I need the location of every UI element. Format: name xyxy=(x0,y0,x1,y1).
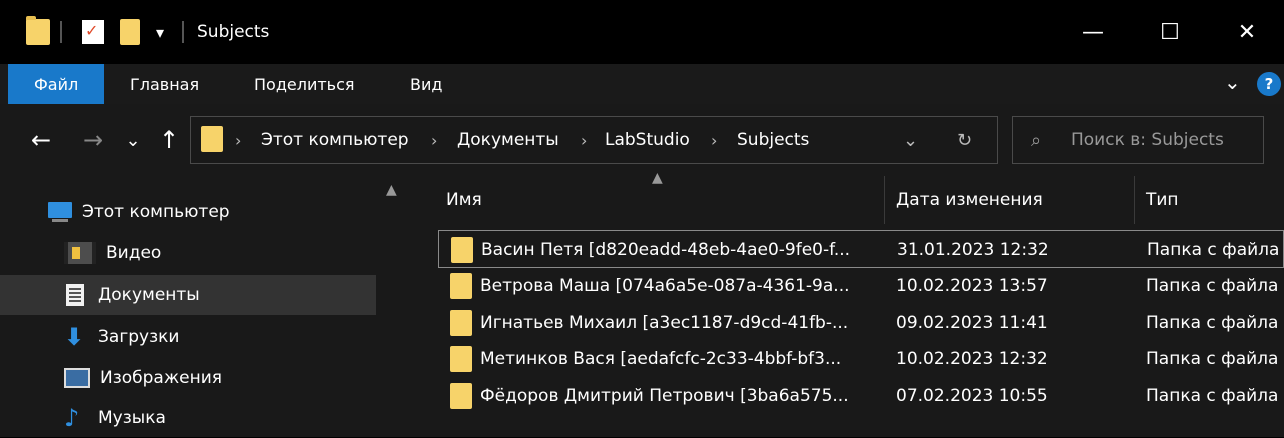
file-type: Папка с файла xyxy=(1146,349,1279,369)
minimize-button[interactable]: — xyxy=(1070,14,1116,50)
breadcrumb-subjects[interactable]: Subjects xyxy=(737,117,809,163)
file-date: 10.02.2023 13:57 xyxy=(896,276,1048,296)
column-header-name[interactable]: Имя xyxy=(446,176,482,224)
downloads-icon: ⬇ xyxy=(64,323,85,351)
up-button[interactable]: ↑ xyxy=(154,124,184,156)
column-divider[interactable] xyxy=(884,176,885,224)
breadcrumb-separator: › xyxy=(235,130,242,150)
new-folder-icon[interactable] xyxy=(120,0,140,64)
separator xyxy=(182,0,184,64)
sidebar-item-label: Музыка xyxy=(98,408,166,428)
file-type: Папка с файла xyxy=(1146,386,1279,406)
file-name: Васин Петя [d820eadd-48eb-4ae0-9fe0-f... xyxy=(481,240,851,260)
breadcrumb-separator[interactable]: › xyxy=(431,117,437,163)
chevron-down-icon[interactable]: ▾ xyxy=(156,23,164,42)
address-bar[interactable]: › Этот компьютер › Документы › LabStudio… xyxy=(190,116,998,164)
column-divider[interactable] xyxy=(1134,176,1135,224)
sidebar-item-label: Этот компьютер xyxy=(82,202,230,222)
close-button[interactable]: ✕ xyxy=(1224,14,1270,50)
sidebar-item-label: Загрузки xyxy=(98,327,180,347)
tab-view[interactable]: Вид xyxy=(410,64,442,104)
file-date: 07.02.2023 10:55 xyxy=(896,386,1048,406)
expand-ribbon-button[interactable]: ⌄ xyxy=(1224,62,1241,102)
sidebar-item-video[interactable]: Видео xyxy=(64,233,161,273)
table-row[interactable]: Игнатьев Михаил [a3ec1187-d9cd-41fb-... … xyxy=(438,304,1284,342)
recent-locations-button[interactable]: ⌄ xyxy=(118,124,148,156)
sidebar-item-downloads[interactable]: ⬇ Загрузки xyxy=(64,317,179,357)
sidebar-item-label: Документы xyxy=(98,285,200,305)
sidebar-item-label: Изображения xyxy=(100,368,223,388)
address-dropdown-button[interactable]: ⌄ xyxy=(903,117,918,163)
file-date: 31.01.2023 12:32 xyxy=(897,240,1049,260)
breadcrumb-separator[interactable]: › xyxy=(711,117,717,163)
file-type: Папка с файла xyxy=(1146,276,1279,296)
table-row[interactable]: Ветрова Маша [074a6a5e-087a-4361-9a... 1… xyxy=(438,267,1284,305)
column-header-date[interactable]: Дата изменения xyxy=(896,176,1043,224)
folder-icon xyxy=(450,383,472,409)
folder-icon xyxy=(26,0,50,64)
computer-icon xyxy=(48,202,72,222)
window-title: Subjects xyxy=(197,22,270,42)
scroll-up-icon[interactable]: ▲ xyxy=(386,182,397,198)
sidebar-item-this-pc[interactable]: Этот компьютер xyxy=(48,192,230,232)
file-date: 10.02.2023 12:32 xyxy=(896,349,1048,369)
file-name: Игнатьев Михаил [a3ec1187-d9cd-41fb-... xyxy=(480,313,849,333)
search-icon: ⌕ xyxy=(1031,129,1042,151)
folder-icon xyxy=(450,346,472,372)
column-header-type[interactable]: Тип xyxy=(1146,176,1179,224)
search-input[interactable] xyxy=(1071,130,1261,150)
table-row[interactable]: Метинков Вася [aedafcfc-2c33-4bbf-bf3...… xyxy=(438,340,1284,378)
separator xyxy=(60,0,62,64)
sidebar-item-label: Видео xyxy=(106,243,162,263)
file-type: Папка с файла xyxy=(1147,240,1280,260)
file-name: Метинков Вася [aedafcfc-2c33-4bbf-bf3... xyxy=(480,349,842,369)
sidebar-item-music[interactable]: ♪ Музыка xyxy=(64,398,166,438)
music-icon: ♪ xyxy=(64,404,80,432)
file-name: Ветрова Маша [074a6a5e-087a-4361-9a... xyxy=(480,276,850,296)
tab-file[interactable]: Файл xyxy=(8,64,105,104)
folder-icon xyxy=(201,126,223,152)
forward-button[interactable]: → xyxy=(78,124,108,156)
folder-icon xyxy=(450,273,472,299)
breadcrumb-labstudio[interactable]: LabStudio xyxy=(605,117,690,163)
video-icon xyxy=(64,242,96,264)
back-button[interactable]: ← xyxy=(26,124,56,156)
search-box[interactable]: ⌕ xyxy=(1012,116,1264,164)
sort-ascending-icon: ▲ xyxy=(652,170,663,186)
breadcrumb-separator[interactable]: › xyxy=(581,117,587,163)
folder-icon xyxy=(450,310,472,336)
file-type: Папка с файла xyxy=(1146,313,1279,333)
documents-icon xyxy=(66,284,84,306)
help-icon[interactable]: ? xyxy=(1257,72,1281,96)
quick-access-dropdown[interactable]: ▾ xyxy=(156,0,164,64)
file-name: Фёдоров Дмитрий Петрович [3ba6a575... xyxy=(480,386,849,406)
tab-share[interactable]: Поделиться xyxy=(254,64,355,104)
pictures-icon xyxy=(64,368,90,388)
breadcrumb-this-pc[interactable]: Этот компьютер xyxy=(261,117,409,163)
file-date: 09.02.2023 11:41 xyxy=(896,313,1048,333)
tab-home[interactable]: Главная xyxy=(130,64,199,104)
folder-icon xyxy=(451,237,473,263)
maximize-button[interactable]: ☐ xyxy=(1147,14,1193,50)
breadcrumb-documents[interactable]: Документы xyxy=(457,117,559,163)
refresh-button[interactable]: ↻ xyxy=(957,117,972,163)
table-row[interactable]: Фёдоров Дмитрий Петрович [3ba6a575... 07… xyxy=(438,377,1284,415)
table-row[interactable]: Васин Петя [d820eadd-48eb-4ae0-9fe0-f...… xyxy=(438,230,1284,268)
sidebar-item-pictures[interactable]: Изображения xyxy=(64,358,222,398)
properties-icon[interactable] xyxy=(82,0,104,64)
sidebar-item-documents[interactable]: Документы xyxy=(0,275,376,315)
